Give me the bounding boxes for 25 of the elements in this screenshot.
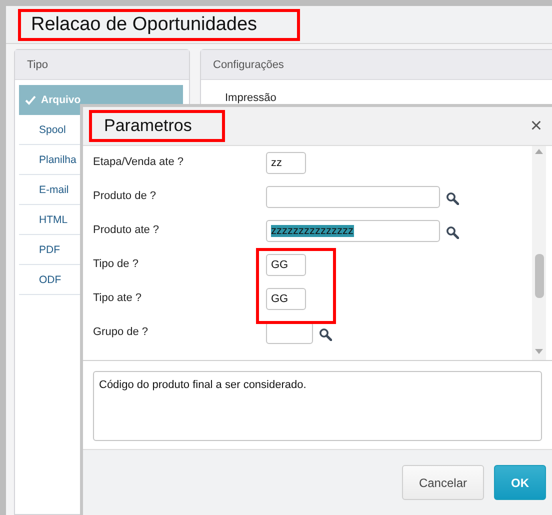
search-icon[interactable] xyxy=(446,192,459,205)
input-field[interactable] xyxy=(266,322,313,344)
parameter-label: Etapa/Venda ate ? xyxy=(92,155,185,168)
search-icon[interactable] xyxy=(319,328,332,341)
close-button[interactable]: × xyxy=(530,116,542,136)
check-icon xyxy=(25,94,36,104)
window-title: Relacao de Oportunidades xyxy=(18,8,300,40)
search-icon[interactable] xyxy=(446,226,459,239)
panel-header: Configurações xyxy=(213,58,284,70)
section-label: Impressão xyxy=(224,91,278,104)
parameter-label: Tipo de ? xyxy=(92,257,140,270)
input-field[interactable]: zz xyxy=(266,152,306,174)
panel-header: Tipo xyxy=(27,58,48,70)
cancel-button[interactable]: Cancelar xyxy=(402,465,484,500)
input-field[interactable]: GG xyxy=(266,254,306,276)
parameter-label: Grupo de ? xyxy=(92,325,150,338)
input-field[interactable] xyxy=(266,186,440,208)
parameter-label: Produto ate ? xyxy=(92,223,160,236)
parameter-label: Tipo ate ? xyxy=(92,291,143,304)
description-box: Código do produto final a ser considerado. xyxy=(93,371,542,441)
parameter-label: Produto de ? xyxy=(92,189,157,202)
input-field[interactable]: GG xyxy=(266,288,306,310)
scrollbar[interactable] xyxy=(532,146,546,360)
dialog-title: Parametros xyxy=(89,110,225,142)
input-field[interactable]: zzzzzzzzzzzzzzz xyxy=(266,220,440,242)
